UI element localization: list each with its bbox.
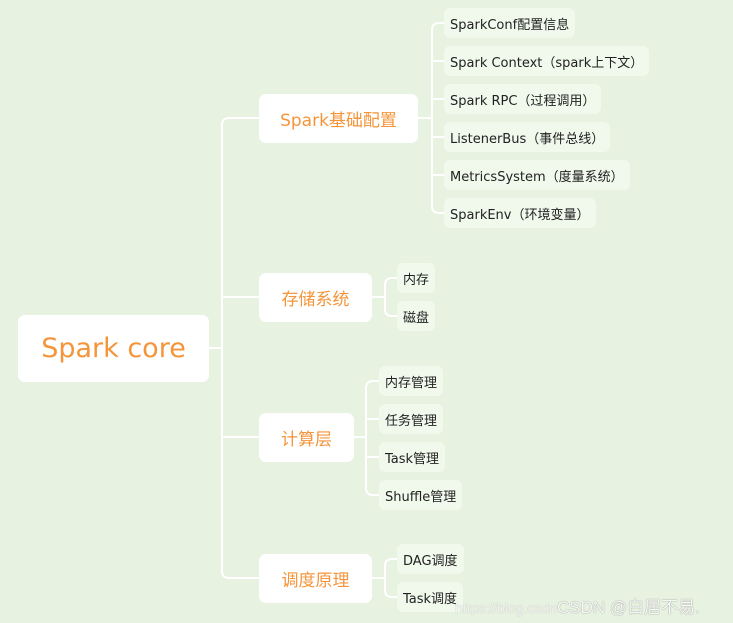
root-node[interactable]: Spark core bbox=[18, 315, 209, 382]
leaf-sparkenv[interactable]: SparkEnv（环境变量） bbox=[444, 198, 596, 228]
watermark-brand: CSDN @白居不易. bbox=[556, 598, 700, 617]
branch-scheduling[interactable]: 调度原理 bbox=[259, 554, 372, 603]
branch-storage-system[interactable]: 存储系统 bbox=[259, 273, 372, 322]
connector-trunk bbox=[221, 117, 259, 579]
leaf-task-scheduling[interactable]: Task调度 bbox=[397, 582, 464, 612]
leaf-disk[interactable]: 磁盘 bbox=[397, 301, 436, 331]
leaf-spark-context[interactable]: Spark Context（spark上下文） bbox=[444, 46, 650, 76]
leaf-task-management-cn[interactable]: 任务管理 bbox=[379, 404, 444, 434]
watermark-url: https://blog.csdn bbox=[455, 600, 557, 616]
leaf-task-management[interactable]: Task管理 bbox=[379, 442, 446, 472]
leaf-listenerbus[interactable]: ListenerBus（事件总线） bbox=[444, 122, 611, 152]
connector-b1-trunk bbox=[431, 22, 444, 214]
leaf-spark-rpc[interactable]: Spark RPC（过程调用） bbox=[444, 84, 602, 114]
leaf-memory-management[interactable]: 内存管理 bbox=[379, 366, 444, 396]
branch-compute-layer[interactable]: 计算层 bbox=[259, 413, 354, 462]
leaf-memory[interactable]: 内存 bbox=[397, 263, 436, 293]
leaf-dag-scheduling[interactable]: DAG调度 bbox=[397, 544, 464, 574]
watermark: https://blog.csdnCSDN @白居不易. bbox=[455, 593, 700, 618]
branch-spark-basic-config[interactable]: Spark基础配置 bbox=[259, 94, 418, 143]
leaf-shuffle-management[interactable]: Shuffle管理 bbox=[379, 480, 463, 510]
leaf-metricssystem[interactable]: MetricsSystem（度量系统） bbox=[444, 160, 630, 190]
leaf-sparkconf[interactable]: SparkConf配置信息 bbox=[444, 8, 576, 38]
